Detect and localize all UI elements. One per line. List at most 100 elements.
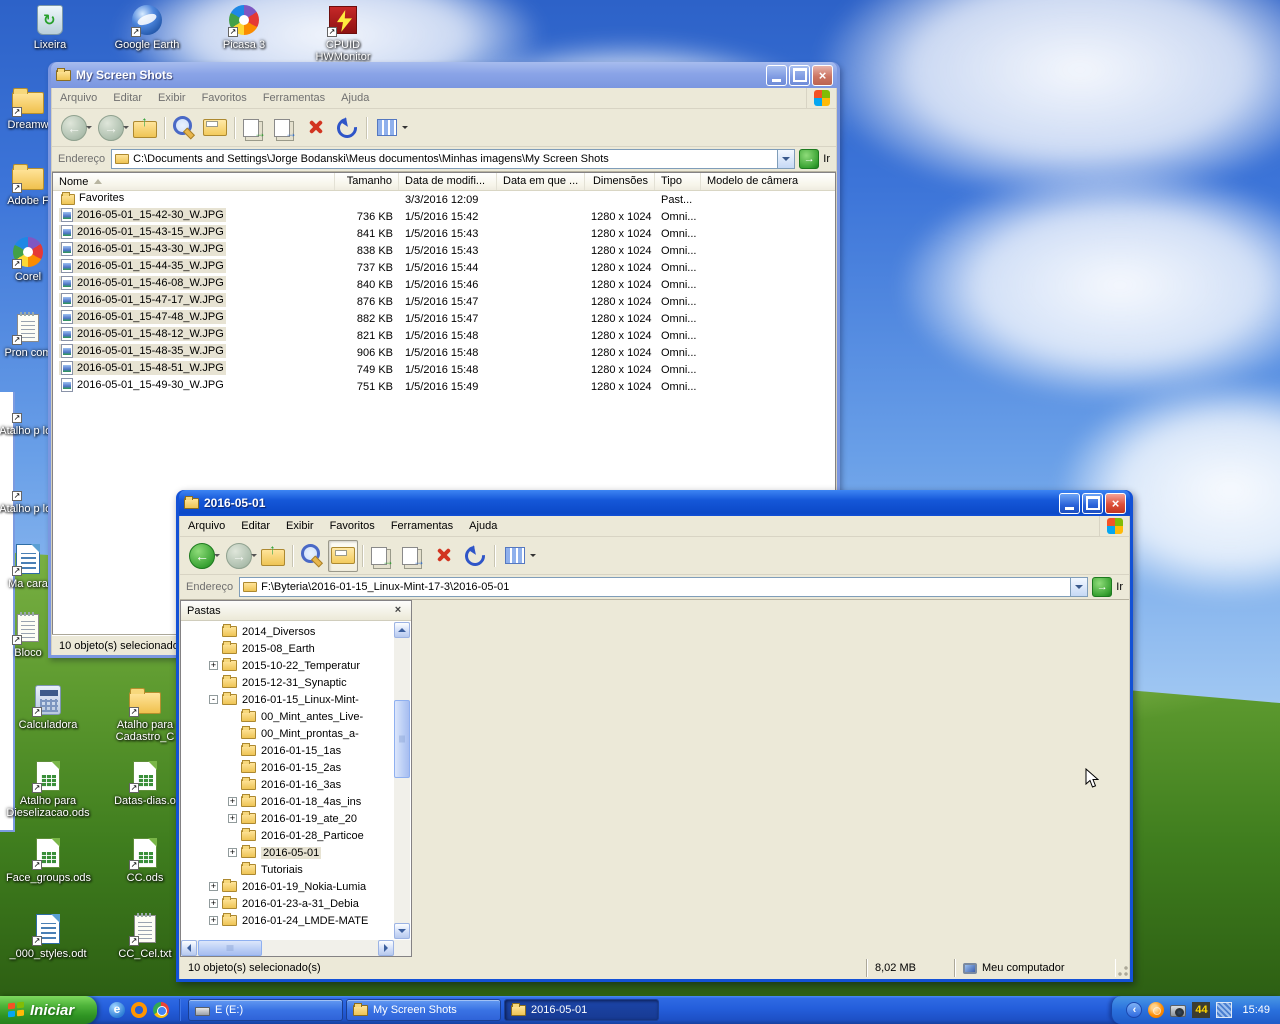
- desktop-icon[interactable]: Calculadora: [0, 684, 100, 731]
- pane-splitter[interactable]: [412, 600, 416, 957]
- tree-expander[interactable]: +: [228, 797, 237, 806]
- toolbar-button[interactable]: [359, 543, 366, 569]
- file-row[interactable]: 2016-05-01_15-48-12_W.JPG 821 KB 1/5/201…: [53, 327, 835, 344]
- menu-item[interactable]: Editar: [105, 89, 150, 107]
- toolbar-button[interactable]: [301, 112, 331, 144]
- toolbar-button[interactable]: [130, 112, 160, 144]
- tree-item[interactable]: + 2016-01-24_LMDE-MATE: [181, 912, 411, 929]
- file-row[interactable]: 2016-05-01_15-43-30_W.JPG 838 KB 1/5/201…: [53, 242, 835, 259]
- camera-tray-icon[interactable]: [1170, 1005, 1186, 1017]
- toolbar-button[interactable]: [297, 540, 327, 572]
- display-tray-icon[interactable]: [1216, 1002, 1232, 1018]
- tree-item[interactable]: + 2016-01-19_Nokia-Lumia: [181, 878, 411, 895]
- file-row[interactable]: Favorites 3/3/2016 12:09 Past...: [53, 191, 835, 208]
- maximize-button[interactable]: [789, 65, 810, 86]
- toolbar-button[interactable]: [460, 540, 490, 572]
- menu-item[interactable]: Exibir: [278, 517, 322, 535]
- toolbar-button[interactable]: [289, 543, 296, 569]
- desktop-icon[interactable]: _000_styles.odt: [0, 913, 100, 960]
- file-row[interactable]: 2016-05-01_15-42-30_W.JPG 736 KB 1/5/201…: [53, 208, 835, 225]
- toolbar-button[interactable]: [499, 540, 539, 572]
- tree-item[interactable]: 2014_Diversos: [181, 623, 411, 640]
- toolbar-button[interactable]: [239, 112, 269, 144]
- menu-item[interactable]: Favoritos: [194, 89, 255, 107]
- toolbar-button[interactable]: [363, 115, 370, 141]
- tree-item[interactable]: 00_Mint_prontas_a-: [181, 725, 411, 742]
- tree-item[interactable]: Tutoriais: [181, 861, 411, 878]
- tree-item[interactable]: 2016-01-28_Particoe: [181, 827, 411, 844]
- toolbar-button[interactable]: [231, 115, 238, 141]
- tree-item[interactable]: + 2016-01-18_4as_ins: [181, 793, 411, 810]
- tree-vertical-scrollbar[interactable]: [394, 622, 410, 939]
- desktop-icon[interactable]: Face_groups.ods: [0, 837, 100, 884]
- titlebar[interactable]: 2016-05-01 ×: [179, 490, 1130, 516]
- tree-expander[interactable]: +: [209, 882, 218, 891]
- close-button[interactable]: ×: [812, 65, 833, 86]
- column-header[interactable]: Tamanho: [335, 173, 399, 190]
- toolbar-button[interactable]: [328, 540, 358, 572]
- tree-item[interactable]: 00_Mint_antes_Live-: [181, 708, 411, 725]
- taskbar-window-button[interactable]: My Screen Shots: [346, 999, 501, 1021]
- close-button[interactable]: ×: [1105, 493, 1126, 514]
- tree-expander[interactable]: +: [209, 916, 218, 925]
- column-header[interactable]: Nome: [53, 173, 335, 190]
- toolbar-button[interactable]: [371, 112, 411, 144]
- tree-item[interactable]: 2015-12-31_Synaptic: [181, 674, 411, 691]
- close-pane-icon[interactable]: ×: [391, 604, 405, 618]
- tree-item[interactable]: - 2016-01-15_Linux-Mint-: [181, 691, 411, 708]
- menu-item[interactable]: Ajuda: [333, 89, 377, 107]
- column-header[interactable]: Data de modifi...: [399, 173, 497, 190]
- taskbar-window-button[interactable]: 2016-05-01: [504, 999, 659, 1021]
- go-button[interactable]: →: [1092, 577, 1112, 597]
- quick-launch-icon[interactable]: [131, 1002, 147, 1018]
- tree-item[interactable]: + 2016-01-23-a-31_Debia: [181, 895, 411, 912]
- toolbar-button[interactable]: [200, 112, 230, 144]
- menu-item[interactable]: Arquivo: [180, 517, 233, 535]
- toolbar-button[interactable]: [258, 540, 288, 572]
- resize-grip[interactable]: [1115, 959, 1129, 977]
- toolbar-button[interactable]: [398, 540, 428, 572]
- toolbar-button[interactable]: [184, 540, 220, 572]
- address-dropdown-button[interactable]: [777, 150, 794, 168]
- scroll-down-button[interactable]: [394, 923, 410, 939]
- scroll-thumb[interactable]: [198, 940, 262, 956]
- column-header[interactable]: Dimensões: [585, 173, 655, 190]
- toolbar-button[interactable]: [93, 112, 129, 144]
- address-input[interactable]: F:\Byteria\2016-01-15_Linux-Mint-17-3\20…: [239, 577, 1088, 597]
- start-button[interactable]: Iniciar: [0, 996, 97, 1024]
- tree-item[interactable]: 2015-08_Earth: [181, 640, 411, 657]
- maximize-button[interactable]: [1082, 493, 1103, 514]
- desktop-icon[interactable]: Atalho para Dieselizacao.ods: [0, 760, 100, 819]
- toolbar-button[interactable]: [221, 540, 257, 572]
- column-header[interactable]: Data em que ...: [497, 173, 585, 190]
- tree-item[interactable]: + 2016-05-01: [181, 844, 411, 861]
- minimize-button[interactable]: [1059, 493, 1080, 514]
- tree-expander[interactable]: +: [209, 899, 218, 908]
- toolbar-button[interactable]: [270, 112, 300, 144]
- toolbar-button[interactable]: [161, 115, 168, 141]
- tree-item[interactable]: 2016-01-15_1as: [181, 742, 411, 759]
- tree-expander[interactable]: +: [228, 848, 237, 857]
- menu-item[interactable]: Ferramentas: [383, 517, 461, 535]
- tree-item[interactable]: 2016-01-15_2as: [181, 759, 411, 776]
- tray-collapse-chevron-icon[interactable]: ‹: [1126, 1002, 1142, 1018]
- toolbar-button[interactable]: [56, 112, 92, 144]
- menu-item[interactable]: Ajuda: [461, 517, 505, 535]
- toolbar-button[interactable]: [367, 540, 397, 572]
- tree-item[interactable]: + 2015-10-22_Temperatur: [181, 657, 411, 674]
- go-button[interactable]: →: [799, 149, 819, 169]
- menu-item[interactable]: Editar: [233, 517, 278, 535]
- menu-item[interactable]: Arquivo: [52, 89, 105, 107]
- scroll-left-button[interactable]: [181, 940, 197, 956]
- file-row[interactable]: 2016-05-01_15-48-51_W.JPG 749 KB 1/5/201…: [53, 361, 835, 378]
- scroll-right-button[interactable]: [378, 940, 394, 956]
- tree-item[interactable]: + 2016-01-19_ate_20: [181, 810, 411, 827]
- file-row[interactable]: 2016-05-01_15-47-48_W.JPG 882 KB 1/5/201…: [53, 310, 835, 327]
- file-row[interactable]: 2016-05-01_15-48-35_W.JPG 906 KB 1/5/201…: [53, 344, 835, 361]
- column-header[interactable]: Modelo de câmera: [701, 173, 835, 190]
- tree-expander[interactable]: -: [209, 695, 218, 704]
- desktop-icon[interactable]: CPUID HWMonitor: [301, 4, 385, 63]
- column-header[interactable]: Tipo: [655, 173, 701, 190]
- tree-expander[interactable]: +: [228, 814, 237, 823]
- file-row[interactable]: 2016-05-01_15-44-35_W.JPG 737 KB 1/5/201…: [53, 259, 835, 276]
